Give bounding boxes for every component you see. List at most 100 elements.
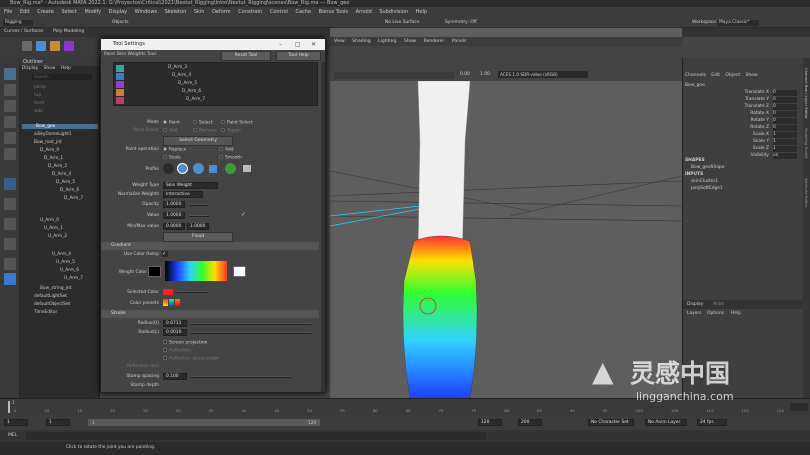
vp-menu-renderer[interactable]: Renderer [424,39,445,44]
shape-name[interactable]: Bow_geoShape [691,165,724,170]
attr-value[interactable]: 1 [773,146,797,152]
outliner-item[interactable]: D_Arm_5 [56,180,75,185]
color-preset-1[interactable] [163,299,168,306]
outliner-item[interactable]: persp [34,85,46,90]
current-time-marker[interactable] [8,401,10,413]
menu-cache[interactable]: Cache [296,9,312,15]
menu-modify[interactable]: Modify [85,9,102,15]
menu-windows[interactable]: Windows [135,9,157,15]
symmetry-dropdown[interactable]: Symmetry: Off [445,20,477,26]
reflection-checkbox[interactable]: Reflection [163,348,191,354]
character-set-dropdown[interactable]: No Character Set [588,419,634,426]
reflection-origin-checkbox[interactable]: Reflection about origin [163,356,219,362]
opacity-field[interactable]: 1.0000 [163,201,185,208]
attr-name[interactable]: Translate Z [713,104,769,109]
layout-hypershade-icon[interactable] [4,273,16,285]
colorspace-dropdown[interactable]: ACES 1.0 SDR-video (sRGB) [498,71,588,78]
attr-name[interactable]: Scale Z [713,146,769,151]
input-item[interactable]: polySoftEdge1 [691,186,723,191]
layer-tab-anim[interactable]: Anim [713,302,724,307]
channel-menu-show[interactable]: Show [746,73,758,78]
mode-select-radio[interactable]: Select [193,120,213,126]
menu-create[interactable]: Create [37,9,54,15]
shelf-mdr-icon[interactable] [22,41,32,51]
attr-value[interactable]: 0 [773,104,797,110]
outliner-item[interactable]: TimeEditor [34,310,57,315]
attr-name[interactable]: Rotate Z [713,125,769,130]
shelf-pbl-icon[interactable] [50,41,60,51]
menuset-dropdown[interactable]: Rigging [3,20,33,26]
shelf-tab-poly[interactable]: Poly Modeling [49,28,88,35]
attr-value[interactable]: 0 [773,90,797,96]
outliner-item[interactable]: Bow_string_jnt [40,286,71,291]
menu-display[interactable]: Display [109,9,127,15]
vp-menu-panels[interactable]: Panels [452,39,466,44]
weight-color-ramp[interactable] [165,261,227,281]
range-start-field[interactable]: 1 [4,419,28,426]
value-field[interactable]: 1.0000 [163,212,185,219]
selected-color-swatch[interactable] [163,289,173,295]
stroke-section-header[interactable]: Stroke [101,310,319,318]
selection-mode[interactable]: Objects [112,20,129,26]
flood-button[interactable]: Flood [163,232,233,242]
select-tool-icon[interactable] [4,68,16,80]
layer-tab-display[interactable]: Display [687,302,703,307]
attr-value[interactable]: 1 [773,132,797,138]
outliner-item[interactable]: side [34,109,43,114]
menu-constrain[interactable]: Constrain [238,9,262,15]
outliner-item[interactable]: U_Arm_4 [52,252,71,257]
attr-name[interactable]: Scale Y [713,139,769,144]
outliner-item[interactable]: U_Arm_1 [44,226,63,231]
attr-name[interactable]: Translate X [713,90,769,95]
move-tool-icon[interactable] [4,116,16,128]
exposure-field[interactable]: 1.00 [480,72,490,77]
range-bar[interactable]: 1 120 [88,419,320,426]
outliner-item[interactable]: U_Arm_5 [56,260,75,265]
attr-name[interactable]: Translate Y [713,97,769,102]
shelf-arg-icon[interactable] [64,41,74,51]
outliner-item[interactable]: D_Arm_7 [64,196,83,201]
paint-select-toggle[interactable]: Toggle [221,128,241,134]
paint-select-remove[interactable]: Remove [193,128,217,134]
attr-value[interactable]: 0 [773,111,797,117]
channel-menu-edit[interactable]: Edit [711,73,720,78]
tool-settings-dialog[interactable]: Tool Settings – □ ✕ Paint Skin Weights T… [100,38,326,393]
close-icon[interactable]: ✕ [311,39,316,50]
profile-solid-icon[interactable] [193,163,204,174]
layout-single-icon[interactable] [4,178,16,190]
op-smooth-radio[interactable]: Smooth [219,155,242,161]
attr-value[interactable]: 1 [773,139,797,145]
attr-value[interactable]: 0 [773,118,797,124]
gradient-section-header[interactable]: Gradient [101,242,319,250]
menu-skeleton[interactable]: Skeleton [165,9,187,15]
fps-dropdown[interactable]: 24 fps [697,419,727,426]
use-color-ramp-checkbox[interactable]: ✓ [162,251,168,257]
outliner-item[interactable]: U_Arm_0 [40,218,59,223]
outliner-item[interactable]: D_Arm_4 [52,172,71,177]
menu-control[interactable]: Control [270,9,288,15]
range-end2-field[interactable]: 200 [518,419,542,426]
influence-item[interactable]: D_Arm_3 [168,65,187,70]
workspace-dropdown[interactable]: Maya Classic* [717,20,759,26]
range-end-field[interactable]: 120 [478,419,502,426]
channel-menu-channels[interactable]: Channels [685,73,706,78]
attr-name[interactable]: Rotate X [713,111,769,116]
viewport-panel[interactable]: View Shading Lighting Show Renderer Pane… [330,28,682,398]
attr-value[interactable]: 0 [773,125,797,131]
side-tab-attribute[interactable]: Attribute Editor [804,178,809,207]
influence-item[interactable]: D_Arm_5 [178,81,197,86]
menu-deform[interactable]: Deform [212,9,231,15]
outliner-item[interactable]: front [34,101,44,106]
menu-skin[interactable]: Skin [194,9,205,15]
value-slider[interactable] [189,215,209,217]
attr-value[interactable]: 0 [773,97,797,103]
dialog-scrollbar[interactable] [321,62,325,392]
vp-menu-lighting[interactable]: Lighting [378,39,396,44]
outliner-item[interactable]: top [34,93,41,98]
reset-tool-button[interactable]: Reset Tool [221,51,271,61]
radius-u-field[interactable]: 0.6711 [163,320,187,327]
max-field[interactable]: 1.0000 [187,223,209,230]
influence-list[interactable]: D_Arm_3 D_Arm_4 D_Arm_5 D_Arm_6 D_Arm_7 [113,62,318,106]
menu-bonus-tools[interactable]: Bonus Tools [319,9,348,15]
bow-geo-painted[interactable] [402,235,478,398]
